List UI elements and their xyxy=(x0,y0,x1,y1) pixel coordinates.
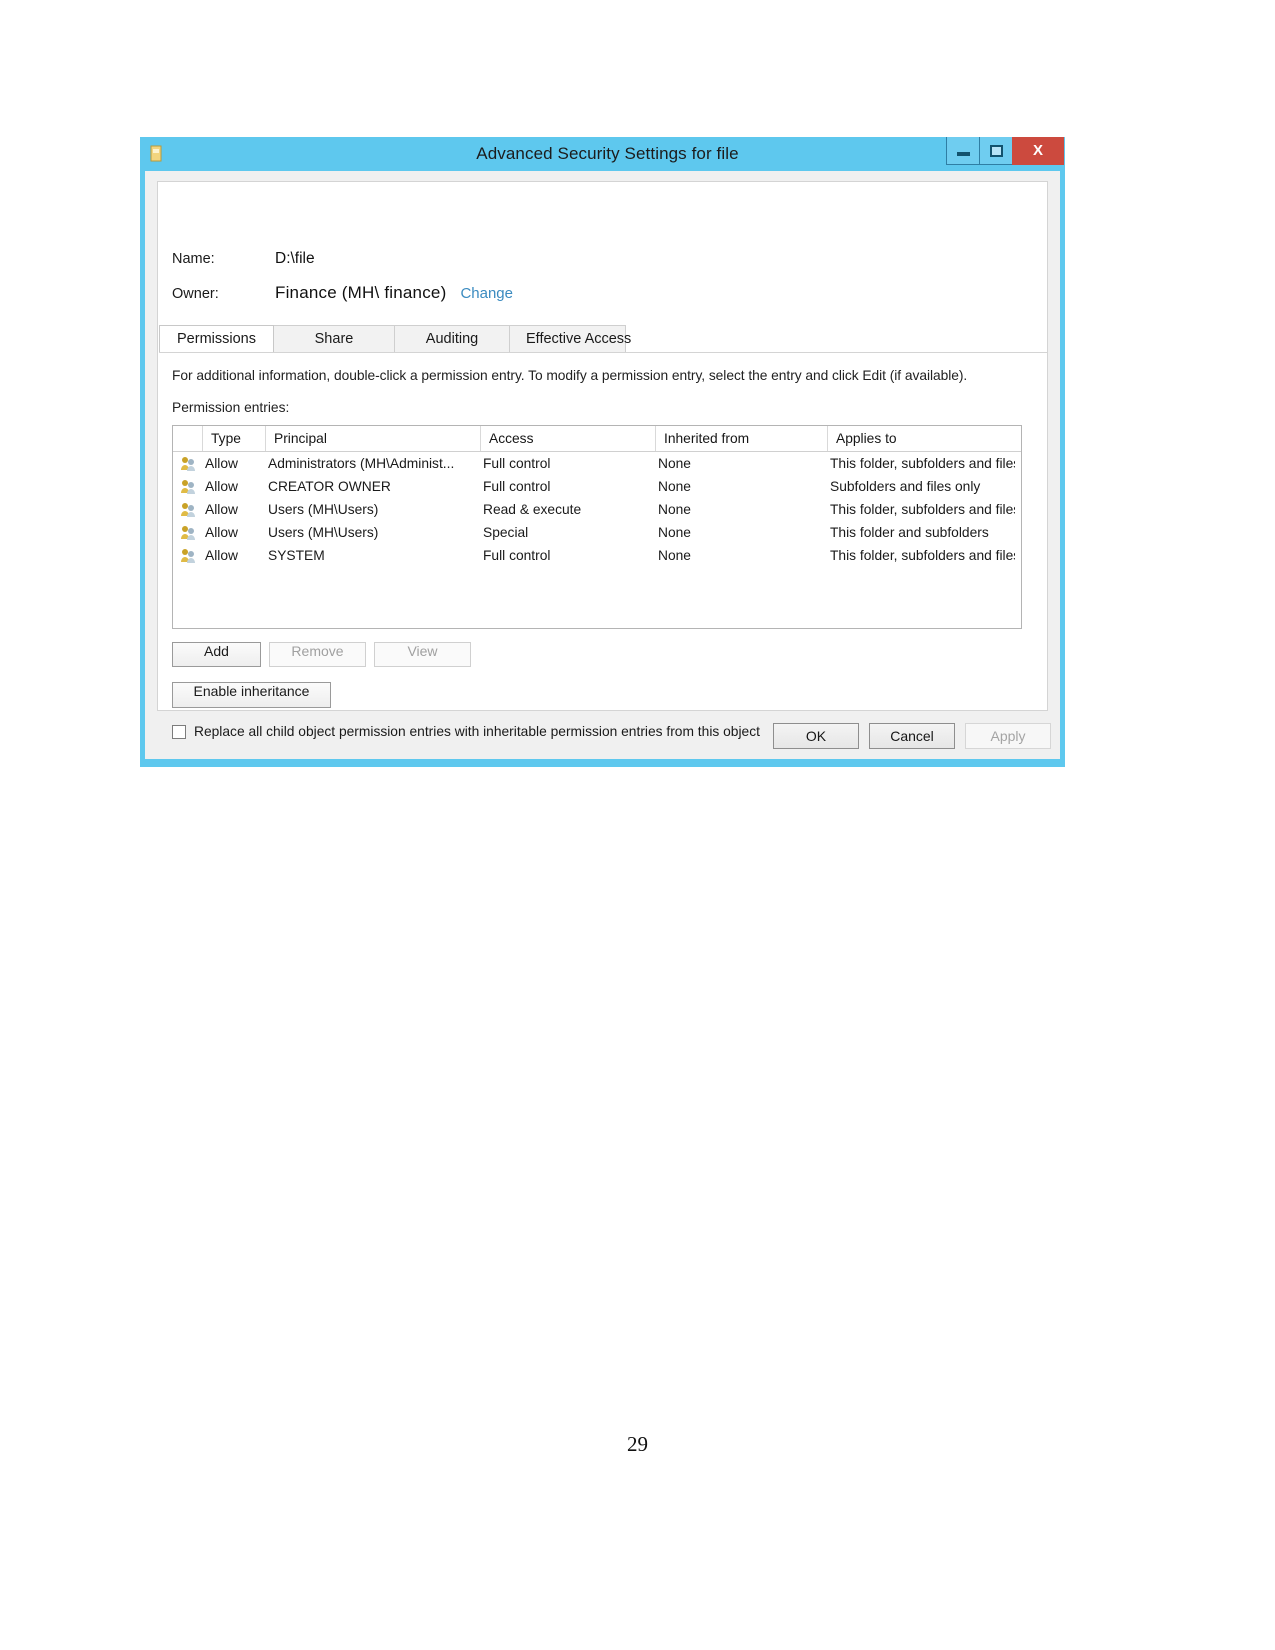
page-number: 29 xyxy=(627,1432,648,1456)
cell-applies-to: This folder, subfolders and files xyxy=(830,502,1015,517)
cell-principal: SYSTEM xyxy=(268,548,325,563)
cell-access: Special xyxy=(483,525,529,540)
cell-applies-to: This folder and subfolders xyxy=(830,525,989,540)
owner-value: Finance (MH\ finance) xyxy=(275,283,447,302)
table-row[interactable]: Allow Users (MH\Users) Special None This fol… xyxy=(173,521,1021,544)
change-owner-link[interactable]: Change xyxy=(460,285,513,302)
column-header-inherited[interactable]: Inherited from xyxy=(656,426,828,451)
cell-applies-to: This folder, subfolders and files xyxy=(830,456,1015,471)
cell-principal: Users (MH\Users) xyxy=(268,525,379,540)
cancel-button[interactable]: Cancel xyxy=(869,723,955,749)
tab-effective-access[interactable]: Effective Access xyxy=(509,325,631,352)
minimize-icon xyxy=(956,152,970,156)
add-button[interactable]: Add xyxy=(172,642,261,667)
dialog-content-panel: Name: D:\file Owner: Finance (MH\ financ… xyxy=(157,181,1048,739)
cell-type: Allow xyxy=(205,456,238,471)
close-button[interactable]: X xyxy=(1012,137,1064,165)
permission-entries-table[interactable]: Type Principal Access Inherited from App… xyxy=(172,425,1022,629)
column-header-applies[interactable]: Applies to xyxy=(828,426,1021,451)
users-group-icon xyxy=(180,456,197,471)
table-row[interactable]: Allow SYSTEM Full control None This folder, … xyxy=(173,544,1021,567)
name-row: Name: D:\file xyxy=(172,250,315,268)
table-row[interactable]: Allow CREATOR OWNER Full control None Subfol… xyxy=(173,475,1021,498)
table-row[interactable]: Allow Administrators (MH\Administ... Full … xyxy=(173,452,1021,475)
cell-applies-to: Subfolders and files only xyxy=(830,479,981,494)
info-text: For additional information, double-click… xyxy=(172,368,968,383)
window-controls: X xyxy=(946,137,1064,165)
column-header-principal[interactable]: Principal xyxy=(266,426,481,451)
cell-access: Full control xyxy=(483,479,551,494)
name-value: D:\file xyxy=(275,250,315,267)
cell-inherited-from: None xyxy=(658,525,691,540)
column-header-icon[interactable] xyxy=(173,426,203,451)
users-group-icon xyxy=(180,502,197,517)
maximize-icon xyxy=(989,144,1003,157)
dialog-footer: OK Cancel Apply xyxy=(145,723,1060,763)
cell-inherited-from: None xyxy=(658,456,691,471)
remove-button[interactable]: Remove xyxy=(269,642,366,667)
users-group-icon xyxy=(180,479,197,494)
cell-type: Allow xyxy=(205,479,238,494)
column-header-access[interactable]: Access xyxy=(481,426,656,451)
cell-applies-to: This folder, subfolders and files xyxy=(830,548,1015,563)
cell-inherited-from: None xyxy=(658,502,691,517)
view-button[interactable]: View xyxy=(374,642,471,667)
table-row[interactable]: Allow Users (MH\Users) Read & execute None T… xyxy=(173,498,1021,521)
cell-access: Read & execute xyxy=(483,502,582,517)
cell-access: Full control xyxy=(483,548,551,563)
owner-label: Owner: xyxy=(172,286,219,302)
cell-access: Full control xyxy=(483,456,551,471)
column-header-type[interactable]: Type xyxy=(203,426,266,451)
table-body: Allow Administrators (MH\Administ... Full … xyxy=(173,452,1021,567)
minimize-button[interactable] xyxy=(946,137,980,165)
cell-inherited-from: None xyxy=(658,479,691,494)
cell-type: Allow xyxy=(205,525,238,540)
cell-inherited-from: None xyxy=(658,548,691,563)
maximize-button[interactable] xyxy=(979,137,1013,165)
folder-security-icon xyxy=(150,145,162,162)
apply-button[interactable]: Apply xyxy=(965,723,1051,749)
permission-entries-label: Permission entries: xyxy=(172,400,290,415)
users-group-icon xyxy=(180,548,197,563)
cell-principal: CREATOR OWNER xyxy=(268,479,391,494)
cell-principal: Administrators (MH\Administ... xyxy=(268,456,455,471)
dialog-title: Advanced Security Settings for file xyxy=(476,144,739,163)
users-group-icon xyxy=(180,525,197,540)
tabstrip: Permissions Share Auditing Effective Acc… xyxy=(159,324,1048,353)
table-header-row: Type Principal Access Inherited from App… xyxy=(173,426,1021,452)
tab-permissions[interactable]: Permissions xyxy=(159,325,274,352)
dialog-body: Name: D:\file Owner: Finance (MH\ financ… xyxy=(145,171,1060,759)
owner-row: Owner: Finance (MH\ finance) Change xyxy=(172,283,513,303)
document-page: Advanced Security Settings for file X Na… xyxy=(0,0,1275,1650)
cell-principal: Users (MH\Users) xyxy=(268,502,379,517)
enable-inheritance-button[interactable]: Enable inheritance xyxy=(172,682,331,708)
dialog-titlebar: Advanced Security Settings for file X xyxy=(140,137,1065,171)
name-label: Name: xyxy=(172,251,215,267)
cell-type: Allow xyxy=(205,548,238,563)
cell-type: Allow xyxy=(205,502,238,517)
tab-auditing[interactable]: Auditing xyxy=(394,325,510,352)
tab-share[interactable]: Share xyxy=(273,325,395,352)
advanced-security-settings-dialog: Advanced Security Settings for file X Na… xyxy=(140,137,1065,767)
ok-button[interactable]: OK xyxy=(773,723,859,749)
